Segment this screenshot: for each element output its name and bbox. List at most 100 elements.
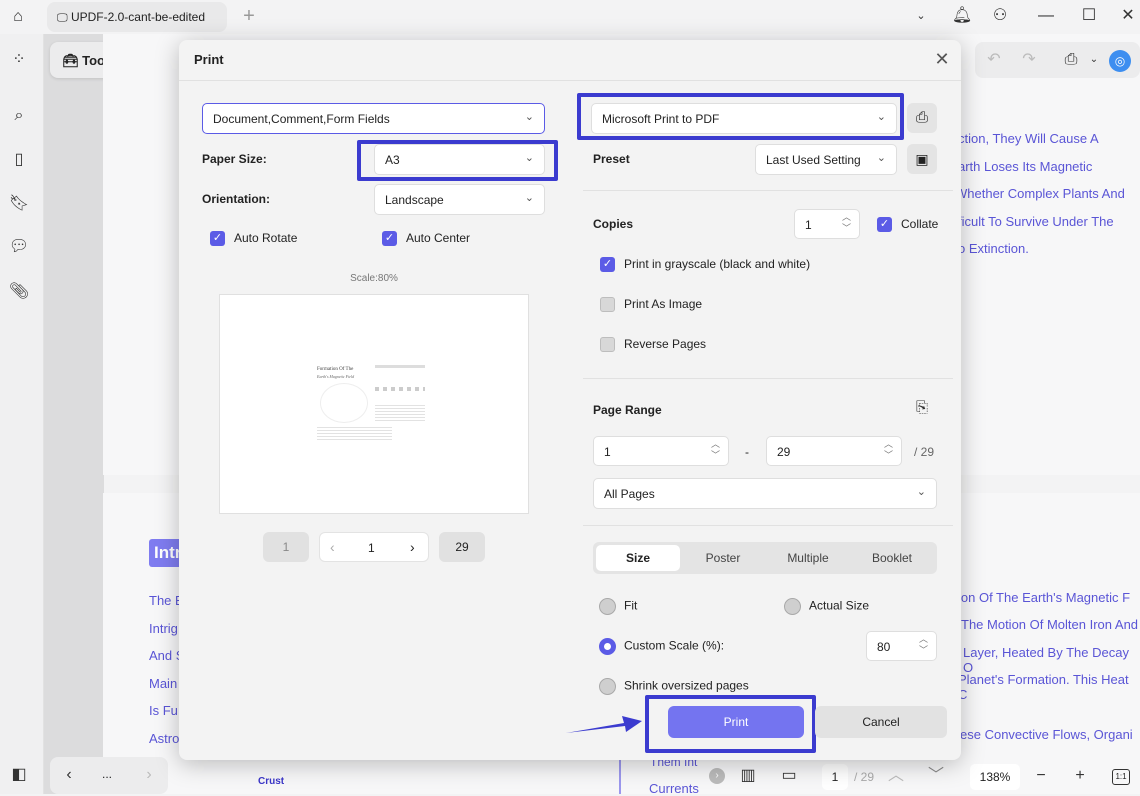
next-icon[interactable]: › bbox=[138, 765, 160, 785]
shrink-label: Shrink oversized pages bbox=[624, 678, 749, 693]
cancel-button[interactable]: Cancel bbox=[815, 706, 947, 738]
range-to-value: 29 bbox=[777, 445, 791, 459]
stepper-arrows-icon[interactable]: ︿ ﹀ bbox=[884, 439, 893, 461]
monitor-icon: 🖵 bbox=[57, 12, 68, 24]
page-number-input[interactable]: 1 bbox=[822, 764, 848, 790]
grayscale-label: Print in grayscale (black and white) bbox=[624, 257, 811, 271]
maximize-icon[interactable]: ☐ bbox=[1078, 6, 1100, 26]
chevron-down-icon[interactable]: ⌄ bbox=[910, 6, 932, 26]
chevron-down-icon[interactable]: ⌄ bbox=[1083, 50, 1105, 70]
actual-size-button[interactable]: 1:1 bbox=[1112, 769, 1130, 785]
check-icon: ✓ bbox=[600, 257, 615, 273]
reverse-pages-label: Reverse Pages bbox=[624, 337, 707, 351]
preview-block bbox=[375, 405, 425, 421]
page-icon[interactable]: ▯ bbox=[8, 150, 30, 170]
pages-select[interactable]: All Pages ⌄ bbox=[593, 478, 937, 509]
range-to-input[interactable]: 29 ︿ ﹀ bbox=[766, 436, 902, 466]
current-page[interactable]: 1 bbox=[368, 541, 375, 555]
auto-center-checkbox[interactable]: ✓ Auto Center bbox=[382, 231, 471, 247]
stepper-arrows-icon[interactable]: ︿ ﹀ bbox=[711, 439, 720, 461]
tab-booklet[interactable]: Booklet bbox=[850, 545, 934, 571]
custom-scale-input[interactable]: 80 ︿ ﹀ bbox=[866, 631, 937, 661]
save-icon[interactable]: ⎙ bbox=[1060, 50, 1082, 70]
more-button[interactable]: ... bbox=[102, 767, 112, 781]
check-icon: ✓ bbox=[210, 231, 225, 247]
sidebar-toggle-icon[interactable]: ◧ bbox=[8, 765, 30, 785]
auto-center-label: Auto Center bbox=[406, 231, 471, 245]
search-icon[interactable]: ⌕ bbox=[8, 106, 30, 126]
bookmark-icon[interactable]: 🔖︎ bbox=[8, 194, 30, 214]
fit-radio[interactable]: Fit bbox=[599, 598, 637, 615]
bell-icon[interactable]: 🔔︎ bbox=[951, 6, 973, 26]
doc-line: ficult To Survive Under The bbox=[958, 214, 1114, 229]
save-preset-icon[interactable]: ▣ bbox=[907, 144, 937, 174]
page-range-icon[interactable]: ⎘ bbox=[911, 398, 933, 418]
zoom-level[interactable]: 138% bbox=[970, 764, 1020, 790]
tab-size[interactable]: Size bbox=[596, 545, 680, 571]
auto-rotate-checkbox[interactable]: ✓ Auto Rotate bbox=[210, 231, 298, 247]
content-select[interactable]: Document,Comment,Form Fields ⌄ bbox=[202, 103, 545, 134]
prev-page-icon[interactable]: ‹ bbox=[330, 539, 335, 555]
orientation-select[interactable]: Landscape ⌄ bbox=[374, 184, 545, 215]
next-page-icon[interactable]: › bbox=[410, 539, 415, 555]
tab-poster[interactable]: Poster bbox=[681, 545, 765, 571]
copies-input[interactable]: 1 ︿ ﹀ bbox=[794, 209, 860, 239]
custom-scale-radio[interactable]: Custom Scale (%): bbox=[599, 638, 724, 655]
stepper-arrows-icon[interactable]: ︿ ﹀ bbox=[919, 634, 928, 656]
tab-multiple[interactable]: Multiple bbox=[766, 545, 850, 571]
last-page-button[interactable]: 29 bbox=[439, 532, 485, 562]
comment-icon[interactable]: 💬︎ bbox=[8, 237, 30, 257]
undo-icon[interactable]: ↶ bbox=[983, 50, 1005, 70]
first-page-button[interactable]: 1 bbox=[263, 532, 309, 562]
new-tab-icon[interactable]: + bbox=[238, 6, 260, 26]
reverse-pages-checkbox[interactable]: Reverse Pages bbox=[600, 337, 707, 353]
page-stepper: ‹ 1 › bbox=[319, 532, 429, 562]
custom-scale-value: 80 bbox=[877, 640, 891, 654]
printer-properties-icon[interactable]: ⎙ bbox=[907, 103, 937, 133]
toolbox-icon: 🧰︎ bbox=[62, 53, 79, 68]
chevron-down-icon: ⌄ bbox=[876, 152, 886, 164]
range-from-value: 1 bbox=[604, 445, 611, 459]
preset-select[interactable]: Last Used Setting ⌄ bbox=[755, 144, 897, 175]
page-up-icon[interactable]: ︿ bbox=[885, 766, 907, 786]
close-icon[interactable]: ✕ bbox=[931, 49, 953, 69]
two-page-view-icon[interactable]: ▥ bbox=[737, 766, 759, 786]
ai-assistant-icon[interactable]: ◎ bbox=[1109, 50, 1131, 72]
page-nav: ‹ ... › bbox=[50, 757, 168, 794]
print-as-image-checkbox[interactable]: Print As Image bbox=[600, 297, 702, 313]
redo-icon[interactable]: ↷ bbox=[1018, 50, 1040, 70]
attachment-icon[interactable]: 📎︎ bbox=[8, 282, 30, 302]
actual-size-radio[interactable]: Actual Size bbox=[784, 598, 869, 615]
right-toolbar: ↶ ↷ ⎙ ⌄ ◎ bbox=[975, 42, 1140, 78]
page-down-icon[interactable]: ﹀ bbox=[925, 766, 947, 786]
diagram-label: Crust bbox=[258, 776, 285, 787]
expand-icon[interactable]: › bbox=[709, 768, 725, 784]
preview-block bbox=[317, 427, 392, 441]
presentation-icon[interactable]: ▭ bbox=[778, 766, 800, 786]
close-window-icon[interactable]: ✕ bbox=[1117, 6, 1139, 26]
tab-title: UPDF-2.0-cant-be-edited bbox=[70, 10, 206, 24]
zoom-in-icon[interactable]: + bbox=[1069, 766, 1091, 786]
check-icon: ✓ bbox=[877, 217, 892, 233]
doc-line: Layer, Heated By The Decay O bbox=[963, 645, 1129, 675]
user-icon[interactable]: ⚇ bbox=[989, 6, 1011, 26]
page-range-label: Page Range bbox=[593, 403, 662, 417]
preview-subtitle: Earth's Magnetic Field bbox=[317, 374, 355, 379]
range-from-input[interactable]: 1 ︿ ﹀ bbox=[593, 436, 729, 466]
preview-diagram bbox=[320, 383, 368, 423]
divider bbox=[583, 378, 953, 379]
status-bar: › ▥ ▭ 1 / 29 ︿ ﹀ 138% − + 1:1 bbox=[705, 760, 1140, 794]
check-icon: ✓ bbox=[382, 231, 397, 247]
prev-icon[interactable]: ‹ bbox=[58, 765, 80, 785]
shrink-radio[interactable]: Shrink oversized pages bbox=[599, 678, 749, 695]
collate-checkbox[interactable]: ✓ Collate bbox=[877, 217, 938, 233]
stepper-arrows-icon[interactable]: ︿ ﹀ bbox=[842, 212, 851, 234]
grayscale-checkbox[interactable]: ✓ Print in grayscale (black and white) bbox=[600, 257, 811, 273]
auto-rotate-label: Auto Rotate bbox=[234, 231, 298, 245]
home-icon[interactable]: ⌂ bbox=[7, 7, 29, 27]
minimize-icon[interactable]: — bbox=[1035, 6, 1057, 26]
document-tab[interactable]: 🖵 UPDF-2.0-cant-be-edited bbox=[47, 2, 227, 32]
divider bbox=[583, 525, 953, 526]
apps-icon[interactable]: ⁘ bbox=[8, 50, 30, 70]
zoom-out-icon[interactable]: − bbox=[1030, 766, 1052, 786]
